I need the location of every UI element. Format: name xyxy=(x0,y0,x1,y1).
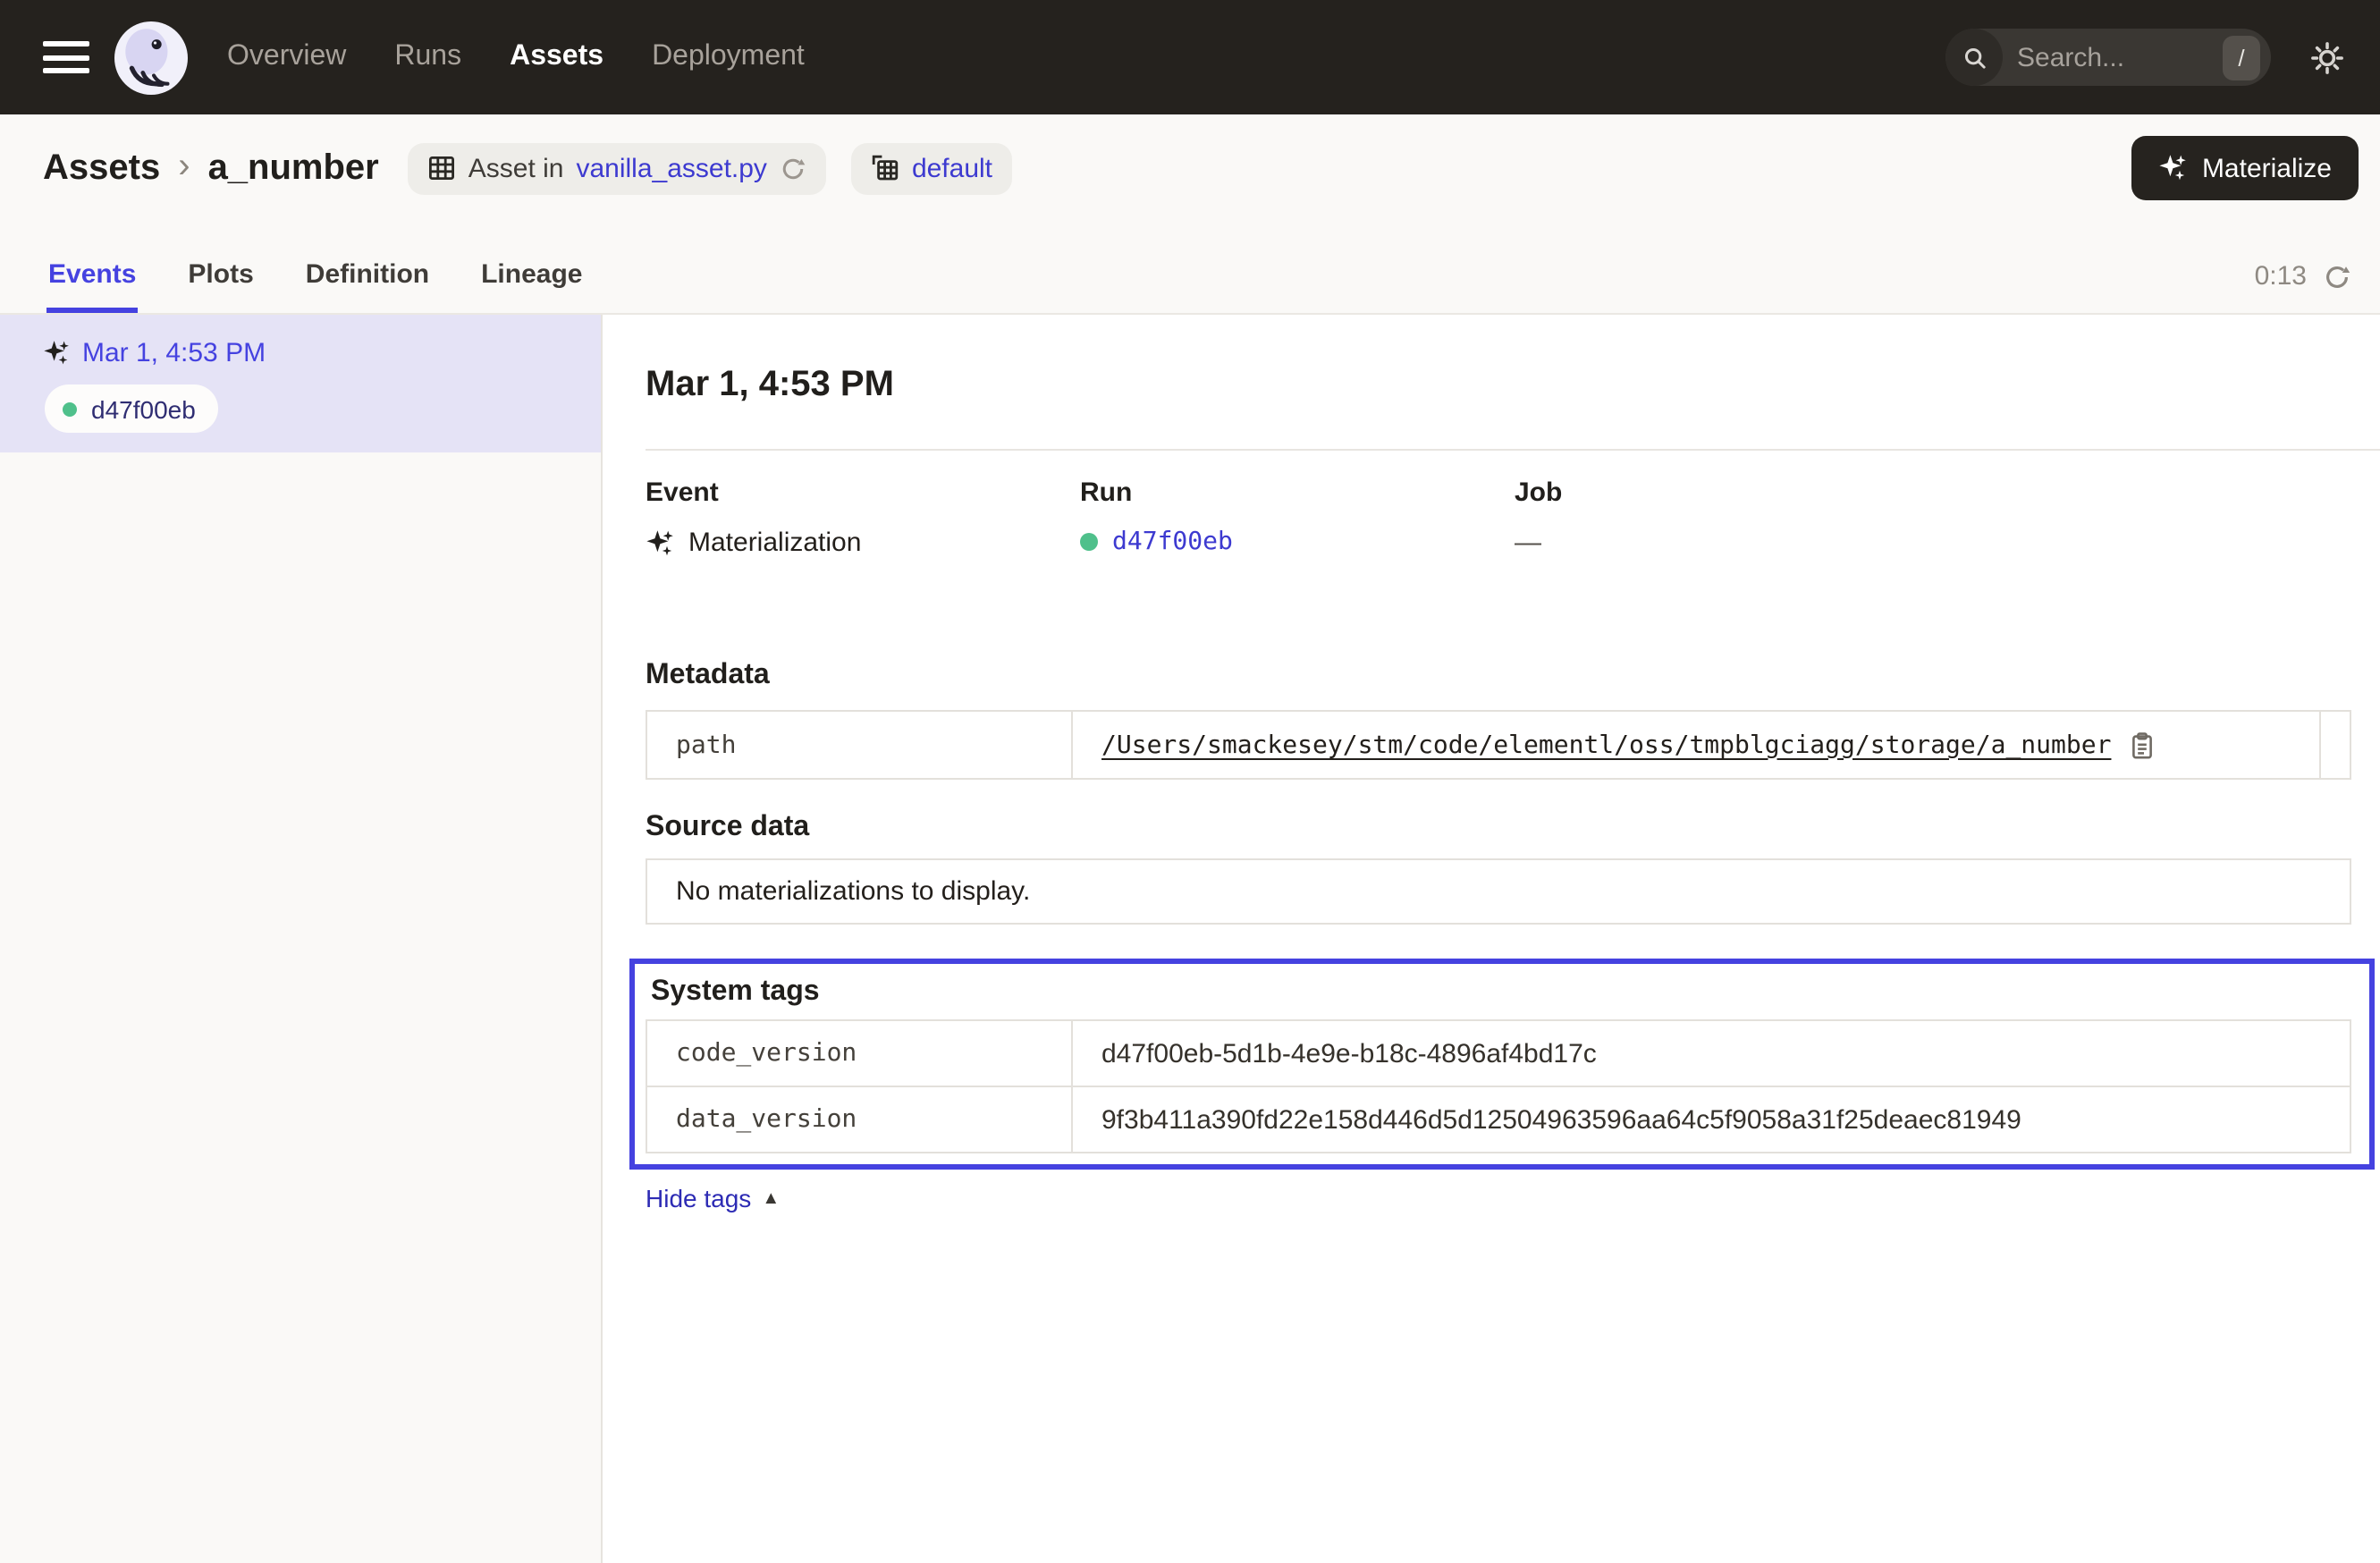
metadata-table: path /Users/smackesey/stm/code/elementl/… xyxy=(646,710,2351,780)
breadcrumb: Assets › a_number Asset in vanilla_asset… xyxy=(43,136,2359,200)
materialization-sparkle-icon xyxy=(646,528,674,557)
reload-definition-icon[interactable] xyxy=(780,155,806,182)
copy-path-icon[interactable] xyxy=(2127,731,2156,759)
table-row: data_version 9f3b411a390fd22e158d446d5d1… xyxy=(646,1086,2350,1153)
code-location-link[interactable]: default xyxy=(912,153,992,183)
event-list-item[interactable]: Mar 1, 4:53 PM d47f00eb xyxy=(0,315,601,452)
run-column-label: Run xyxy=(1080,477,1515,508)
code-location-icon xyxy=(871,154,899,182)
code-location-badge: default xyxy=(851,142,1012,194)
asset-definition-badge: Asset in vanilla_asset.py xyxy=(408,142,826,194)
asset-badge-prefix: Asset in xyxy=(468,153,564,183)
run-id-link[interactable]: d47f00eb xyxy=(1112,528,1233,556)
tag-value: 9f3b411a390fd22e158d446d5d12504963596aa6… xyxy=(1072,1086,2350,1153)
top-nav-bar: Overview Runs Assets Deployment / xyxy=(0,0,2380,114)
page-title: a_number xyxy=(208,148,379,189)
nav-assets[interactable]: Assets xyxy=(510,41,603,73)
asset-tabs: Events Plots Definition Lineage xyxy=(46,259,584,313)
metadata-key: path xyxy=(646,711,1072,779)
run-column: Run d47f00eb xyxy=(1080,477,1515,558)
job-column-label: Job xyxy=(1515,477,2351,508)
sparkle-icon xyxy=(2159,154,2188,182)
run-status-dot xyxy=(1080,533,1098,551)
event-detail-panel: Mar 1, 4:53 PM Event Materialization Run xyxy=(603,315,2380,1563)
global-search: / xyxy=(1945,29,2271,86)
metadata-value-cell: /Users/smackesey/stm/code/elementl/oss/t… xyxy=(1072,711,2320,779)
table-row: path /Users/smackesey/stm/code/elementl/… xyxy=(646,711,2350,779)
source-data-heading: Source data xyxy=(646,812,2351,844)
materialization-sparkle-icon xyxy=(43,340,70,367)
empty-message: No materializations to display. xyxy=(676,876,1030,907)
event-timestamp[interactable]: Mar 1, 4:53 PM xyxy=(82,338,266,368)
nav-runs[interactable]: Runs xyxy=(394,41,461,73)
search-input[interactable] xyxy=(2003,42,2223,72)
tab-events[interactable]: Events xyxy=(46,259,138,313)
run-status-dot xyxy=(63,401,77,416)
system-tags-heading: System tags xyxy=(651,976,2351,1009)
asset-file-link[interactable]: vanilla_asset.py xyxy=(576,153,766,183)
page-body: Mar 1, 4:53 PM d47f00eb Mar 1, 4:53 PM E… xyxy=(0,315,2380,1563)
primary-nav: Overview Runs Assets Deployment xyxy=(227,41,805,73)
breadcrumb-separator-icon: › xyxy=(178,146,190,187)
refresh-status: 0:13 xyxy=(2255,261,2351,313)
system-tags-highlight-box: System tags code_version d47f00eb-5d1b-4… xyxy=(629,959,2375,1170)
app-window: Overview Runs Assets Deployment / Assets… xyxy=(0,0,2380,1563)
events-sidebar: Mar 1, 4:53 PM d47f00eb xyxy=(0,315,603,1563)
section-divider xyxy=(646,449,2380,451)
tab-lineage[interactable]: Lineage xyxy=(479,259,584,313)
event-detail-heading: Mar 1, 4:53 PM xyxy=(646,365,2351,406)
hide-tags-label: Hide tags xyxy=(646,1184,751,1212)
event-timestamp-row: Mar 1, 4:53 PM xyxy=(43,338,572,368)
metadata-heading: Metadata xyxy=(646,660,2351,692)
source-data-empty-state: No materializations to display. xyxy=(646,858,2351,925)
materialize-button-label: Materialize xyxy=(2202,153,2332,183)
asset-header: Assets › a_number Asset in vanilla_asset… xyxy=(0,114,2380,315)
table-row: code_version d47f00eb-5d1b-4e9e-b18c-489… xyxy=(646,1020,2350,1086)
job-value: — xyxy=(1515,528,2351,558)
tab-definition[interactable]: Definition xyxy=(304,259,431,313)
dagster-logo[interactable] xyxy=(114,21,188,94)
run-id-label: d47f00eb xyxy=(91,394,196,423)
tag-key: code_version xyxy=(646,1020,1072,1086)
tag-key: data_version xyxy=(646,1086,1072,1153)
nav-deployment[interactable]: Deployment xyxy=(652,41,805,73)
event-column-label: Event xyxy=(646,477,1080,508)
hamburger-menu-icon[interactable] xyxy=(43,41,89,73)
path-link[interactable]: /Users/smackesey/stm/code/elementl/oss/t… xyxy=(1101,731,2111,759)
topbar-right: / xyxy=(1945,29,2359,86)
collapse-triangle-icon: ▲ xyxy=(762,1188,780,1208)
nav-overview[interactable]: Overview xyxy=(227,41,346,73)
event-info-grid: Event Materialization Run d47f00eb xyxy=(646,477,2351,558)
job-column: Job — xyxy=(1515,477,2351,558)
table-grid-icon xyxy=(427,154,456,182)
refresh-icon[interactable] xyxy=(2323,262,2351,291)
system-tags-table: code_version d47f00eb-5d1b-4e9e-b18c-489… xyxy=(646,1019,2351,1153)
event-column: Event Materialization xyxy=(646,477,1080,558)
materialize-button[interactable]: Materialize xyxy=(2132,136,2359,200)
search-shortcut-key: / xyxy=(2223,35,2260,80)
tag-value: d47f00eb-5d1b-4e9e-b18c-4896af4bd17c xyxy=(1072,1020,2350,1086)
run-id-pill[interactable]: d47f00eb xyxy=(45,384,219,433)
tab-plots[interactable]: Plots xyxy=(186,259,255,313)
gear-icon[interactable] xyxy=(2310,40,2344,74)
event-type-value: Materialization xyxy=(688,528,861,558)
hide-tags-link[interactable]: Hide tags ▲ xyxy=(646,1184,780,1212)
search-icon xyxy=(1945,29,2003,86)
refresh-timer: 0:13 xyxy=(2255,261,2307,291)
table-spacer-cell xyxy=(2320,711,2350,779)
asset-tabs-row: Events Plots Definition Lineage 0:13 xyxy=(43,259,2359,313)
breadcrumb-root[interactable]: Assets xyxy=(43,148,160,189)
